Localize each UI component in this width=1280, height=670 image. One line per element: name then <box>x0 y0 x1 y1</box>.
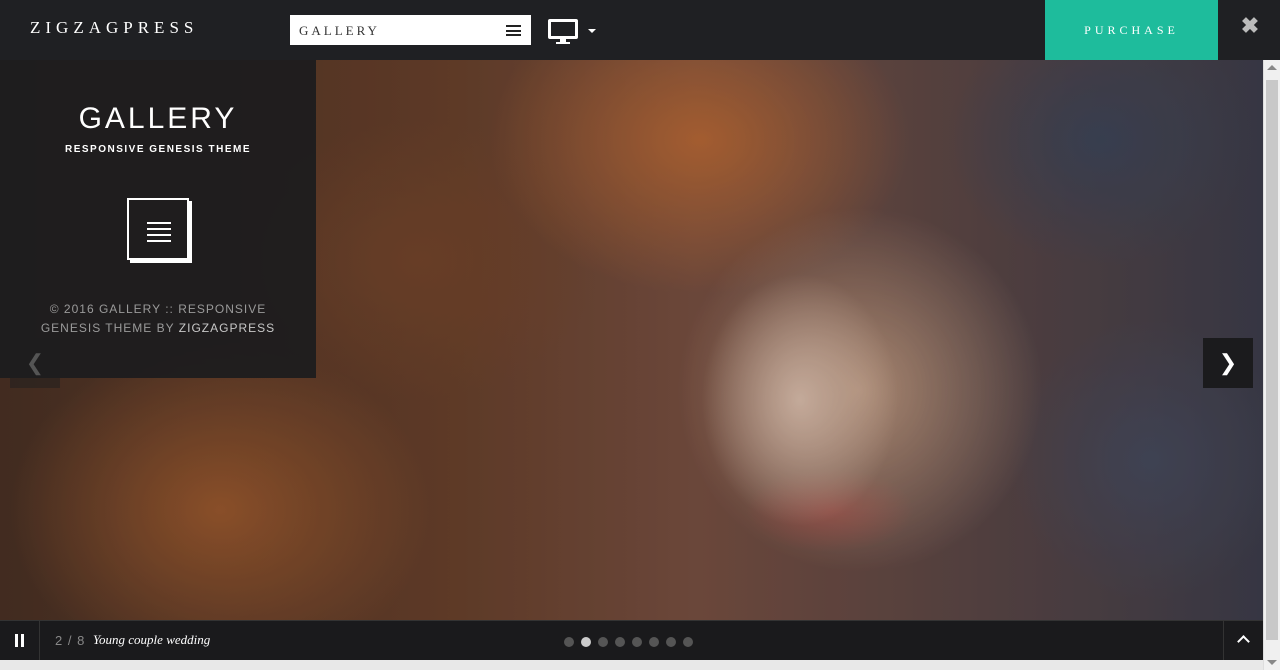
theme-select-value: GALLERY <box>299 23 380 38</box>
top-bar: ZIGZAGPRESS GALLERY PURCHASE ✖ <box>0 0 1280 60</box>
slide-counter: 2 / 8 <box>55 633 86 648</box>
pagination-dot[interactable] <box>564 637 574 647</box>
site-subtitle: RESPONSIVE GENESIS THEME <box>64 144 252 155</box>
pause-button[interactable] <box>0 621 40 661</box>
chevron-right-icon: ❯ <box>1218 350 1238 375</box>
scroll-down-arrow-icon[interactable] <box>1267 660 1277 665</box>
theme-select[interactable]: GALLERY <box>290 15 531 45</box>
horizontal-scrollbar[interactable] <box>0 660 1263 670</box>
pagination-dot[interactable] <box>615 637 625 647</box>
scrollbar-thumb[interactable] <box>1266 80 1278 640</box>
caret-down-icon <box>588 29 596 33</box>
hamburger-icon <box>506 25 521 36</box>
vertical-scrollbar[interactable] <box>1263 60 1280 670</box>
next-slide-button[interactable]: ❯ <box>1203 338 1253 388</box>
brand-logo[interactable]: ZIGZAGPRESS <box>30 18 198 38</box>
pagination-dot[interactable] <box>649 637 659 647</box>
pagination-dot[interactable] <box>581 637 591 647</box>
slider-controls: 2 / 8 Young couple wedding <box>0 620 1263 661</box>
purchase-button[interactable]: PURCHASE <box>1045 0 1218 60</box>
copyright-link[interactable]: ZIGZAGPRESS <box>179 321 275 335</box>
scroll-up-button[interactable] <box>1223 621 1263 661</box>
pagination-dot[interactable] <box>683 637 693 647</box>
menu-button[interactable] <box>127 198 189 260</box>
pagination-dot[interactable] <box>632 637 642 647</box>
slide-pagination <box>564 634 700 647</box>
copyright-text: © 2016 GALLERY :: RESPONSIVE GENESIS THE… <box>40 302 276 335</box>
device-toggle[interactable] <box>548 19 598 45</box>
scroll-up-arrow-icon[interactable] <box>1267 65 1277 70</box>
desktop-icon <box>548 19 578 39</box>
site-info-panel: GALLERY RESPONSIVE GENESIS THEME © 2016 … <box>0 60 316 378</box>
pagination-dot[interactable] <box>598 637 608 647</box>
slide-caption: Young couple wedding <box>93 632 211 647</box>
site-title: GALLERY <box>78 102 238 135</box>
close-icon[interactable]: ✖ <box>1238 14 1262 38</box>
chevron-left-icon: ❮ <box>25 350 45 375</box>
pagination-dot[interactable] <box>666 637 676 647</box>
prev-slide-button[interactable]: ❮ <box>10 338 60 388</box>
chevron-up-icon <box>1237 635 1250 648</box>
